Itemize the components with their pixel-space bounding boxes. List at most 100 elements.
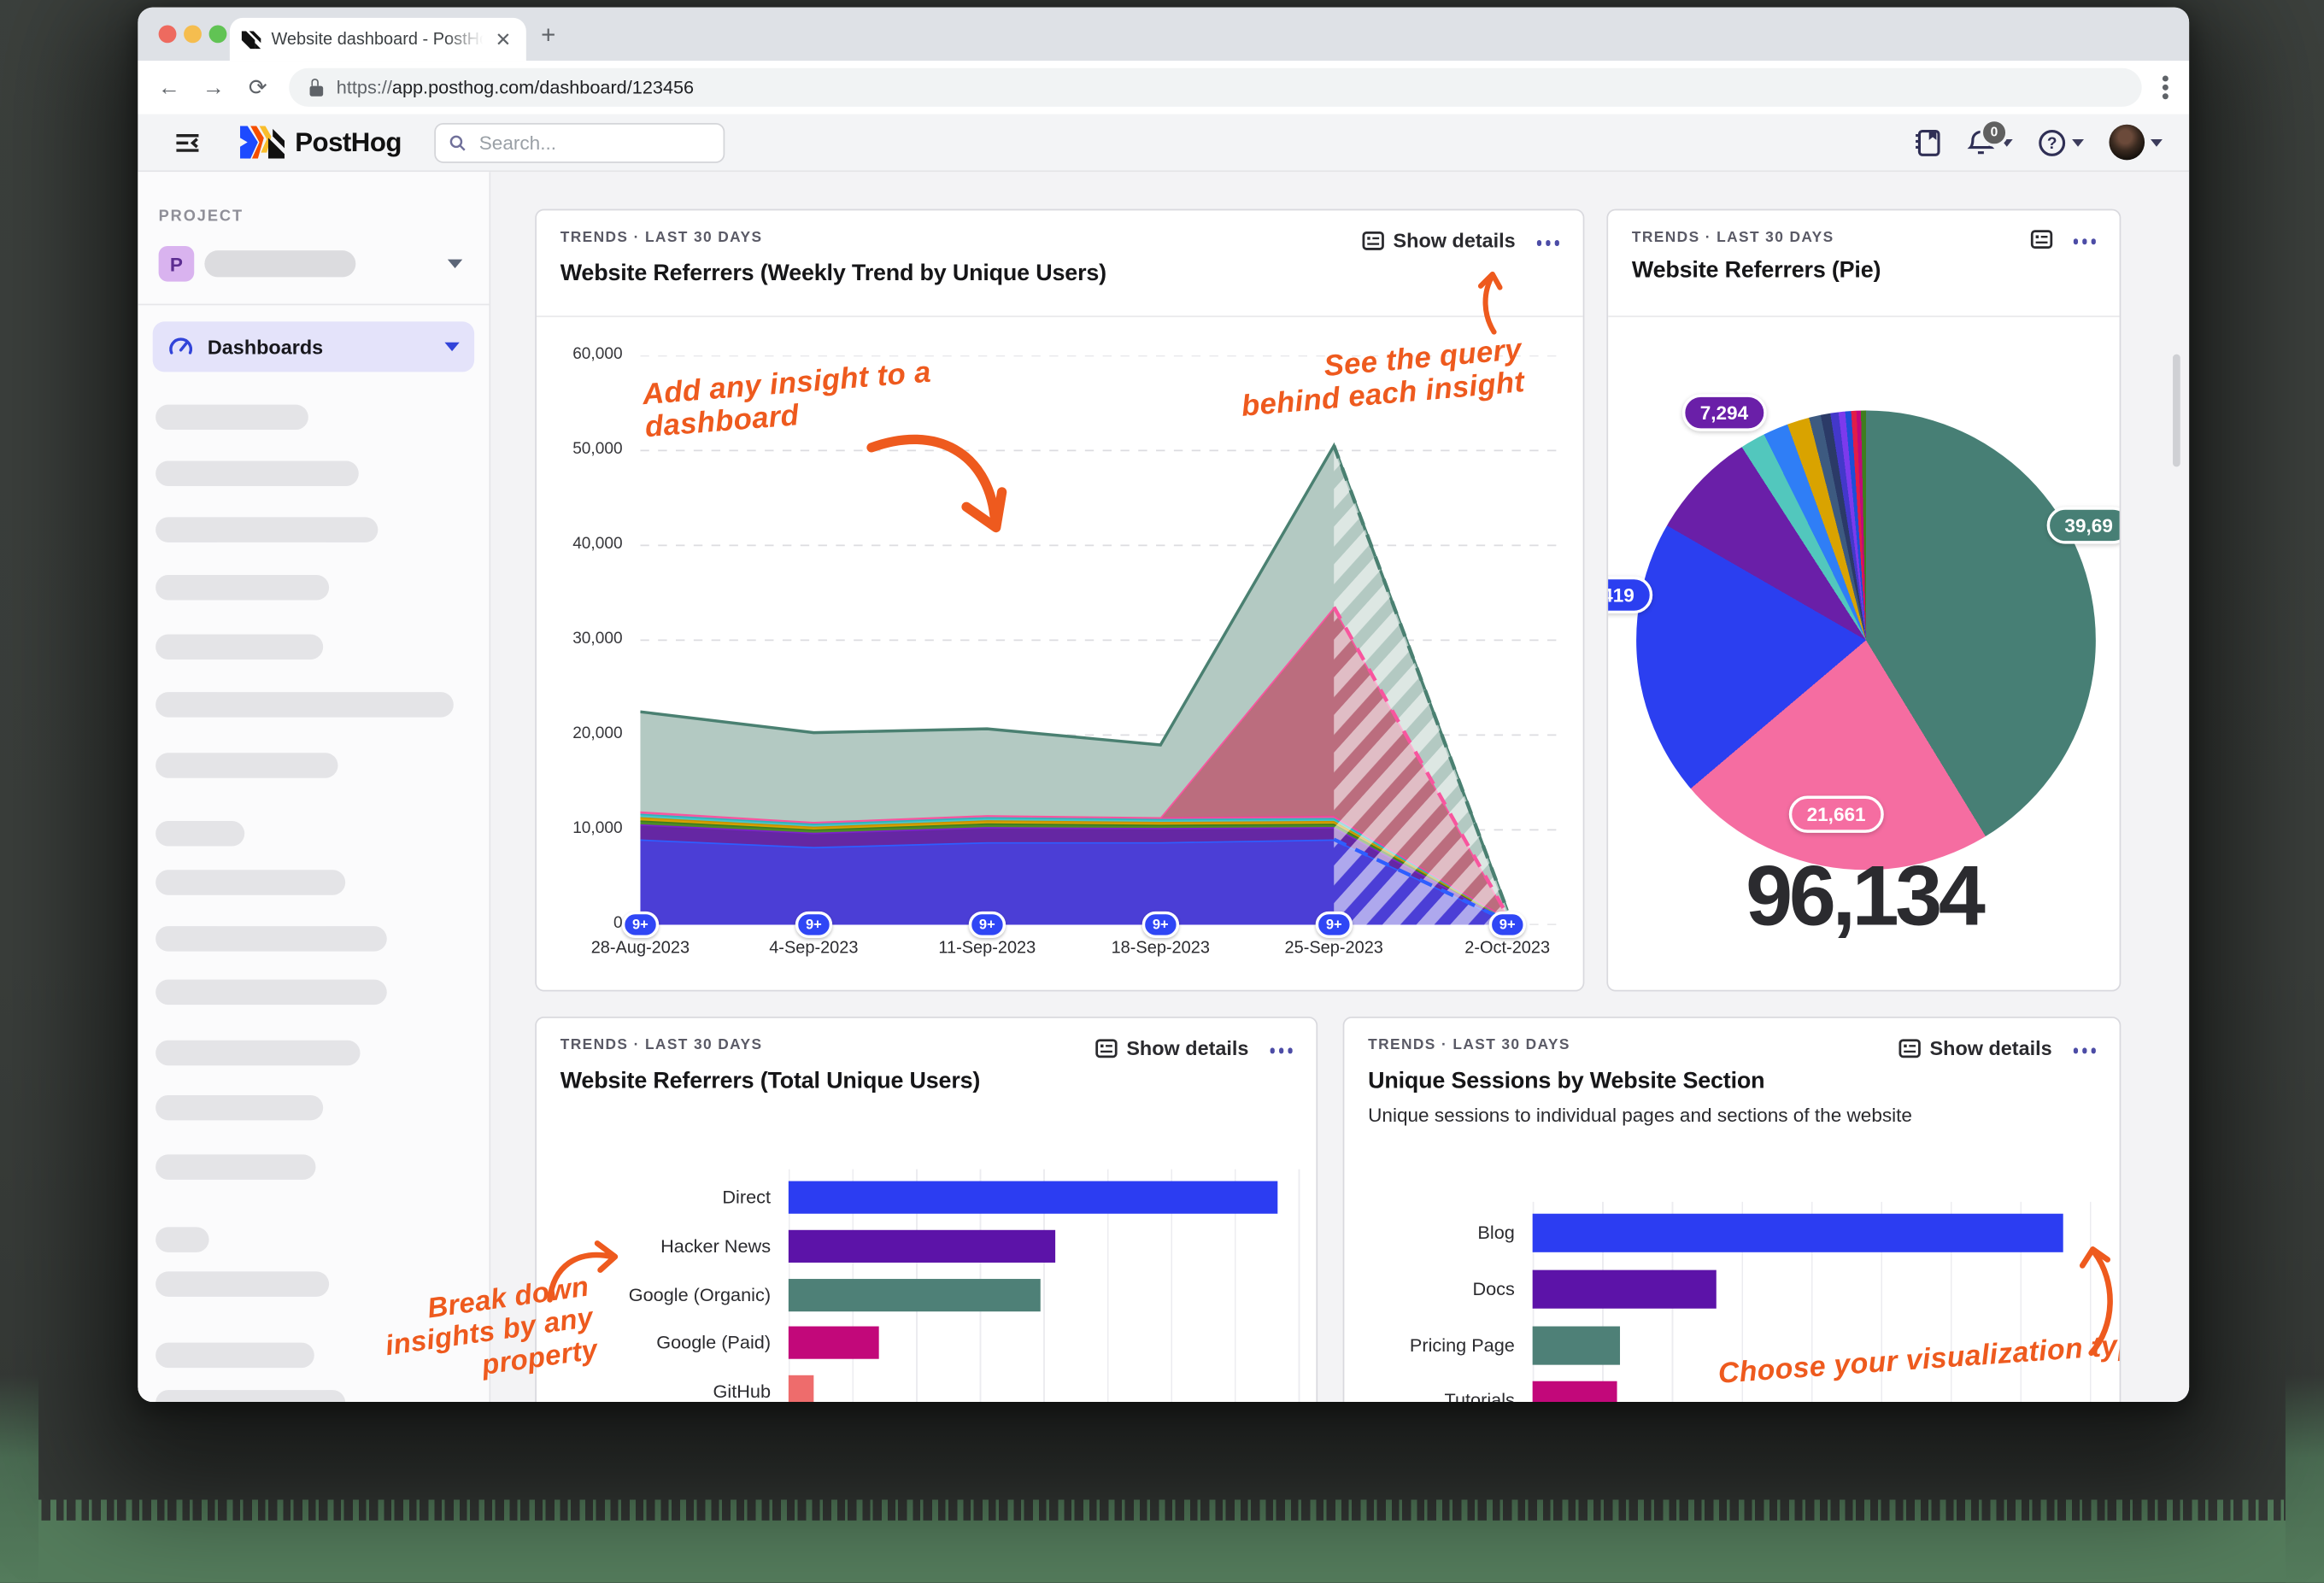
marketing-backdrop: Website dashboard - PostHog ✕ + ← → ⟳ ht… bbox=[0, 0, 2324, 1583]
posthog-logo-icon bbox=[240, 126, 285, 159]
y-axis-tick: 40,000 bbox=[572, 535, 623, 554]
address-bar[interactable]: https://app.posthog.com/dashboard/123456 bbox=[289, 67, 2142, 107]
account-button[interactable] bbox=[2109, 124, 2163, 161]
posthog-favicon bbox=[241, 30, 261, 49]
sidebar: PROJECT P Dashboards bbox=[138, 172, 491, 1403]
zoom-window-button[interactable] bbox=[208, 25, 227, 44]
overflow-count-badge: 9+ bbox=[968, 911, 1006, 939]
browser-menu-icon[interactable] bbox=[2162, 75, 2168, 100]
skeleton-bar bbox=[156, 517, 379, 542]
sidebar-item-dashboards[interactable]: Dashboards bbox=[152, 321, 475, 372]
x-axis-tick: 2-Oct-2023 bbox=[1464, 939, 1551, 958]
lock-icon bbox=[309, 78, 324, 96]
dashboard-gauge-icon bbox=[169, 337, 192, 355]
pie-slice-label: 419 bbox=[1608, 576, 1652, 614]
bar-label: GitHub bbox=[713, 1381, 772, 1403]
workspace: PROJECT P Dashboards TRENDS · LAST 30 DA… bbox=[138, 172, 2190, 1403]
area-chart bbox=[640, 355, 1557, 926]
skeleton-bar bbox=[156, 926, 387, 952]
skeleton-bar bbox=[156, 979, 387, 1005]
bar-label: Tutorials bbox=[1444, 1390, 1515, 1403]
green-pixel-dither bbox=[0, 1499, 2324, 1527]
pie-slice-label: 21,661 bbox=[1788, 795, 1884, 833]
tab-close-icon[interactable]: ✕ bbox=[492, 26, 514, 51]
y-axis-tick: 10,000 bbox=[572, 819, 623, 838]
skeleton-bar bbox=[156, 404, 308, 431]
notification-count-badge: 0 bbox=[1980, 117, 2009, 146]
insight-card-total-users: TRENDS · LAST 30 DAYS Show details Websi… bbox=[535, 1017, 1318, 1403]
x-axis-tick: 4-Sep-2023 bbox=[769, 939, 859, 958]
insight-card-sections: TRENDS · LAST 30 DAYS Show details Uniqu… bbox=[1342, 1017, 2122, 1403]
skeleton-bar bbox=[156, 1094, 324, 1121]
tab-strip: Website dashboard - PostHog ✕ + bbox=[138, 7, 2190, 62]
bar bbox=[1532, 1269, 1717, 1309]
skeleton-bar bbox=[156, 692, 454, 718]
more-icon[interactable] bbox=[1536, 236, 1559, 246]
project-selector[interactable]: P bbox=[153, 240, 474, 288]
bar bbox=[1532, 1213, 2063, 1252]
chevron-down-icon bbox=[2072, 138, 2084, 146]
skeleton-bar bbox=[156, 575, 330, 601]
project-section-label: PROJECT bbox=[158, 207, 244, 226]
show-details-button[interactable]: Show details bbox=[1362, 230, 1516, 252]
bar-label: Direct bbox=[722, 1187, 772, 1208]
notebook-button[interactable] bbox=[1913, 128, 1941, 156]
search-box[interactable] bbox=[434, 122, 725, 162]
bar bbox=[1532, 1381, 1617, 1403]
close-window-button[interactable] bbox=[158, 25, 177, 44]
details-icon bbox=[1362, 231, 1384, 250]
sidebar-collapse-icon[interactable] bbox=[173, 128, 202, 156]
insight-eyebrow: TRENDS · LAST 30 DAYS bbox=[560, 229, 763, 246]
more-icon[interactable] bbox=[2072, 235, 2096, 244]
browser-tab[interactable]: Website dashboard - PostHog ✕ bbox=[229, 17, 526, 62]
bar bbox=[1532, 1326, 1621, 1365]
avatar bbox=[2109, 124, 2145, 161]
skeleton-bar bbox=[156, 1227, 209, 1252]
skeleton-bar bbox=[156, 1040, 361, 1066]
help-icon: ? bbox=[2039, 129, 2066, 155]
bar bbox=[788, 1326, 879, 1359]
skeleton-bar bbox=[156, 821, 245, 847]
bar bbox=[788, 1181, 1278, 1214]
skeleton-bar bbox=[156, 1342, 314, 1369]
skeleton-bar bbox=[156, 870, 346, 895]
overflow-count-badge: 9+ bbox=[795, 911, 832, 939]
bar-label: Docs bbox=[1472, 1279, 1515, 1300]
green-edge-left bbox=[0, 1375, 39, 1583]
insight-card-weekly-trend: TRENDS · LAST 30 DAYS Show details Websi… bbox=[535, 208, 1585, 992]
url-text: https://app.posthog.com/dashboard/123456 bbox=[336, 77, 695, 98]
project-name-placeholder bbox=[204, 250, 356, 278]
minimize-window-button[interactable] bbox=[184, 25, 202, 44]
back-icon[interactable]: ← bbox=[156, 75, 182, 100]
skeleton-bar bbox=[156, 1390, 346, 1403]
search-input[interactable] bbox=[476, 129, 710, 155]
forward-icon[interactable]: → bbox=[200, 75, 226, 100]
skeleton-bar bbox=[156, 753, 338, 778]
bar bbox=[788, 1229, 1056, 1263]
bar-chart-referrers: Direct Hacker News Google (Organic) Google … bbox=[537, 1018, 1316, 1403]
notifications-button[interactable]: 0 bbox=[1967, 117, 2013, 156]
posthog-logo[interactable]: PostHog bbox=[240, 126, 402, 159]
new-tab-button[interactable]: + bbox=[541, 21, 555, 50]
bar-label: Blog bbox=[1477, 1222, 1515, 1244]
card-divider bbox=[536, 315, 1583, 318]
pie-slice-label: 7,294 bbox=[1681, 394, 1766, 431]
y-axis-tick: 0 bbox=[613, 914, 623, 933]
y-axis-tick: 50,000 bbox=[572, 440, 623, 459]
help-button[interactable]: ? bbox=[2038, 128, 2084, 156]
show-details-button[interactable] bbox=[2030, 230, 2052, 249]
x-axis-tick: 18-Sep-2023 bbox=[1111, 939, 1210, 958]
insight-title: Website Referrers (Pie) bbox=[1631, 257, 1881, 284]
arrow-up bbox=[1477, 271, 1503, 335]
sidebar-item-label: Dashboards bbox=[207, 335, 324, 358]
notebook-icon bbox=[1916, 129, 1940, 155]
y-axis-tick: 30,000 bbox=[572, 630, 623, 648]
scrollbar-thumb[interactable] bbox=[2173, 354, 2180, 467]
reload-icon[interactable]: ⟳ bbox=[244, 74, 271, 100]
arrow-right-curved bbox=[547, 1240, 619, 1303]
arrow-up-curved bbox=[2079, 1246, 2113, 1357]
bar bbox=[788, 1375, 814, 1403]
browser-window: Website dashboard - PostHog ✕ + ← → ⟳ ht… bbox=[138, 7, 2190, 1403]
posthog-wordmark: PostHog bbox=[295, 126, 402, 157]
overflow-count-badge: 9+ bbox=[1488, 911, 1526, 939]
